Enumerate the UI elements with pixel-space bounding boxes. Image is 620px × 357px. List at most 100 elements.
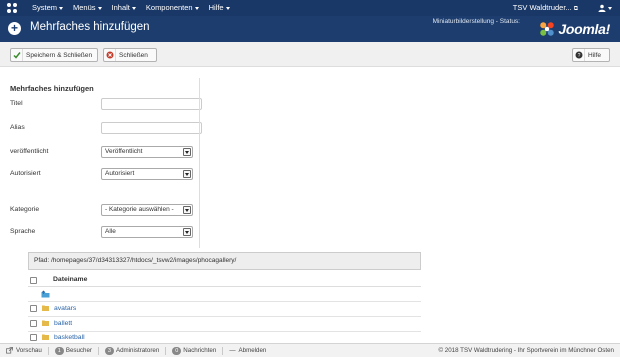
path-display: Pfad: /homepages/37/d34313327/htdocs/_ts… [28,252,421,270]
select-all-checkbox[interactable] [30,277,37,284]
table-header: Dateiname [28,276,421,287]
joomla-brand-text: Joomla! [558,21,610,37]
admin-navbar: System Menüs Inhalt Komponenten Hilfe TS… [0,0,620,16]
external-link-icon [6,347,13,354]
chevron-down-icon [183,170,191,178]
parent-folder-row[interactable] [28,287,421,302]
user-menu[interactable] [598,4,612,12]
messages-badge: 0 [172,346,182,355]
page-title: Mehrfaches hinzufügen [30,21,150,33]
visitors-label: Besucher [65,347,92,354]
preview-link[interactable]: Vorschau [6,347,42,354]
folder-up-icon [41,290,50,298]
menu-system[interactable]: System [27,0,68,16]
category-select[interactable]: - Kategorie auswählen - [101,204,193,216]
chevron-down-icon [183,228,191,236]
help-button[interactable]: ? Hilfe [572,48,610,62]
folder-name[interactable]: ballett [54,320,72,327]
title-input[interactable] [101,98,202,110]
table-row[interactable]: avatars [28,302,421,317]
status-bar: Vorschau 1 Besucher 3 Administratoren 0 … [0,343,620,357]
admins-label: Administratoren [115,347,160,354]
approved-label: Autorisiert [10,170,41,177]
caret-down-icon [225,6,230,10]
title-label: Titel [10,100,23,107]
published-select[interactable]: Veröffentlicht [101,146,193,158]
alias-label: Alias [10,124,25,131]
published-label: veröffentlicht [10,148,49,155]
svg-text:?: ? [577,53,580,59]
menu-menus-label: Menüs [73,3,96,12]
menu-menus[interactable]: Menüs [68,0,107,16]
thumbnail-status: Miniaturbilderstellung - Status: [432,18,520,25]
chevron-down-icon [183,206,191,214]
toolbar: Speichern & Schließen Schließen ? Hilfe [0,42,620,67]
alias-input[interactable] [101,122,202,134]
form-section-title: Mehrfaches hinzufügen [10,84,94,93]
joomla-menu-icon[interactable] [5,1,19,15]
category-label: Kategorie [10,206,40,213]
question-icon: ? [573,49,585,61]
caret-down-icon [59,6,64,10]
site-name: TSV Waldtruder... [512,3,572,12]
table-row[interactable]: ballett [28,317,421,332]
minus-icon: — [229,347,236,354]
messages-status[interactable]: 0 Nachrichten [172,346,217,355]
language-select[interactable]: Alle [101,226,193,238]
user-icon [598,4,606,12]
language-value: Alle [105,228,116,235]
divider [47,346,49,355]
menu-help-label: Hilfe [208,3,224,12]
menu-system-label: System [32,3,58,12]
joomla-logo-icon [540,22,555,36]
preview-label: Vorschau [16,347,42,354]
menu-components-label: Komponenten [145,3,193,12]
close-button[interactable]: Schließen [103,48,157,62]
logout-label: Abmelden [238,347,267,354]
caret-down-icon [97,6,102,10]
site-link[interactable]: TSV Waldtruder... ⧉ [513,3,578,13]
row-checkbox[interactable] [30,320,37,327]
row-checkbox[interactable] [30,334,37,341]
folder-name[interactable]: basketball [54,334,85,341]
page-header: + Mehrfaches hinzufügen Miniaturbilderst… [0,16,620,42]
admins-badge: 3 [104,346,114,355]
folder-icon [42,305,49,311]
messages-label: Nachrichten [183,347,217,354]
column-header-filename[interactable]: Dateiname [53,276,87,283]
divider [97,346,99,355]
save-close-button[interactable]: Speichern & Schließen [10,48,98,62]
divider [165,346,167,355]
help-label: Hilfe [588,51,602,59]
row-checkbox[interactable] [30,305,37,312]
menu-components[interactable]: Komponenten [141,0,204,16]
close-label: Schließen [119,51,148,59]
close-circle-icon [104,49,116,61]
menu-help[interactable]: Hilfe [204,0,235,16]
caret-down-icon [131,6,136,10]
divider [222,346,224,355]
external-link-icon: ⧉ [573,6,578,12]
column-divider [199,78,200,248]
caret-down-icon [194,6,199,10]
caret-down-icon [608,6,612,10]
approved-value: Autorisiert [105,170,135,177]
language-label: Sprache [10,228,36,235]
published-value: Veröffentlicht [105,148,143,155]
menu-content-label: Inhalt [111,3,130,12]
folder-icon [42,320,49,326]
admins-status[interactable]: 3 Administratoren [104,346,160,355]
plus-circle-icon: + [8,22,21,35]
chevron-down-icon [183,148,191,156]
menu-content[interactable]: Inhalt [107,0,141,16]
visitors-status[interactable]: 1 Besucher [54,346,92,355]
approved-select[interactable]: Autorisiert [101,168,193,180]
folder-icon [42,334,49,340]
joomla-logo: Joomla! [538,20,610,38]
checkmark-icon [11,49,23,61]
logout-link[interactable]: — Abmelden [229,347,266,354]
folder-name[interactable]: avatars [54,305,76,312]
visitors-badge: 1 [54,346,64,355]
copyright-text: © 2018 TSV Waldtrudering - Ihr Sportvere… [438,347,614,354]
save-close-label: Speichern & Schließen [26,51,93,59]
